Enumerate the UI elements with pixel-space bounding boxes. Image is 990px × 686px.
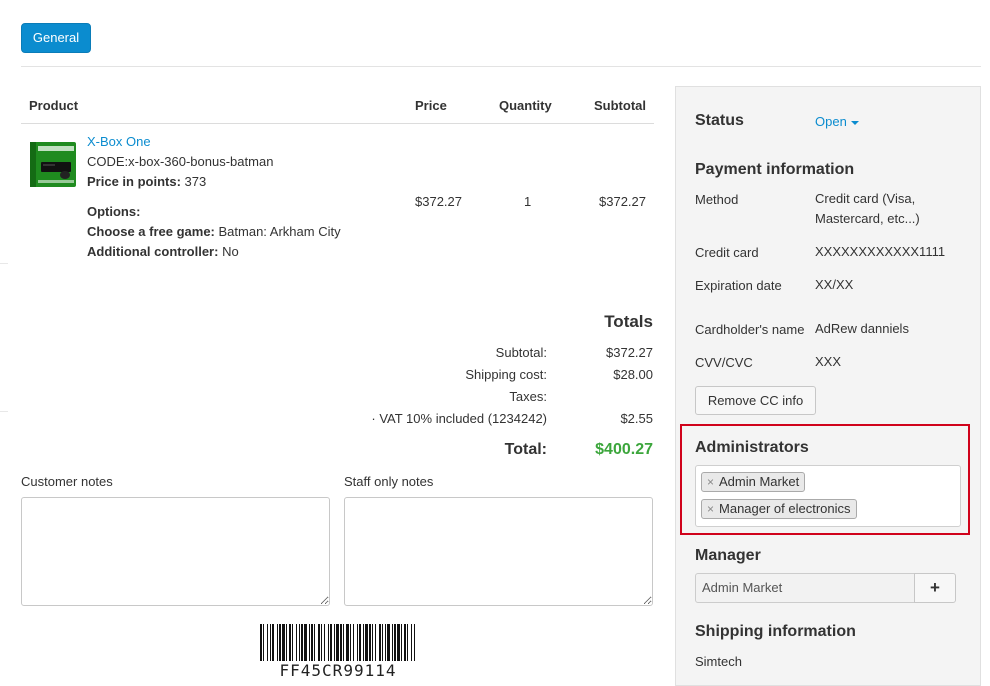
tab-divider — [21, 66, 981, 67]
subtotal-label: Subtotal: — [495, 345, 547, 360]
customer-notes-input[interactable] — [21, 497, 330, 606]
product-quantity: 1 — [524, 194, 532, 209]
caret-down-icon — [850, 120, 859, 125]
product-thumbnail[interactable] — [29, 140, 79, 188]
col-header-price: Price — [415, 98, 447, 113]
option-label: Additional controller: — [87, 244, 219, 259]
cvv-value: XXX — [815, 354, 842, 369]
payment-heading: Payment information — [695, 161, 855, 178]
staff-notes-label: Staff only notes — [344, 474, 434, 489]
option-label: Choose a free game: — [87, 224, 215, 239]
product-price: $372.27 — [415, 194, 462, 209]
points-value: 373 — [184, 174, 207, 189]
product-name-link[interactable]: X-Box One — [87, 134, 151, 149]
col-header-product: Product — [29, 98, 79, 113]
method-value: Credit card (Visa, Mastercard, etc...) — [815, 191, 920, 226]
vat-label: · VAT 10% included (1234242) — [371, 411, 547, 426]
expiration-label: Expiration date — [695, 278, 782, 293]
status-dropdown[interactable]: Open — [815, 114, 859, 129]
manager-select[interactable]: Admin Market — [695, 573, 915, 603]
remove-cc-button[interactable]: Remove CC info — [695, 386, 816, 415]
vat-value: $2.55 — [620, 411, 653, 426]
option-controller: Additional controller: No — [87, 244, 239, 259]
points-label: Price in points: — [87, 174, 181, 189]
option-value: No — [222, 244, 239, 259]
shipping-info-value: Simtech — [695, 654, 742, 669]
product-subtotal: $372.27 — [599, 194, 646, 209]
shipping-cost-label: Shipping cost: — [465, 367, 547, 382]
remove-tag-icon[interactable]: × — [707, 475, 714, 489]
customer-notes-label: Customer notes — [21, 474, 113, 489]
add-manager-button[interactable]: + — [914, 573, 956, 603]
expiration-value: XX/XX — [815, 277, 854, 292]
method-label: Method — [695, 192, 739, 207]
cvv-label: CVV/CVC — [695, 355, 753, 370]
left-edge-rule — [0, 263, 8, 264]
manager-heading: Manager — [695, 547, 761, 564]
product-points: Price in points: 373 — [87, 174, 206, 189]
col-header-subtotal: Subtotal — [594, 98, 646, 113]
xbox-box-image — [30, 142, 76, 187]
credit-card-value: XXXXXXXXXXXX1111 — [815, 244, 946, 259]
staff-notes-input[interactable] — [344, 497, 653, 606]
admin-tag[interactable]: × Manager of electronics — [701, 499, 857, 519]
col-header-quantity: Quantity — [499, 98, 552, 113]
option-free-game: Choose a free game: Batman: Arkham City — [87, 224, 341, 239]
option-value: Batman: Arkham City — [218, 224, 341, 239]
table-header-rule — [21, 123, 654, 124]
admin-tag[interactable]: × Admin Market — [701, 472, 806, 492]
admin-tag-label: Manager of electronics — [719, 501, 851, 516]
remove-tag-icon[interactable]: × — [707, 502, 714, 516]
left-edge-rule — [0, 411, 8, 412]
barcode-image — [260, 624, 415, 661]
taxes-label: Taxes: — [509, 389, 547, 404]
admin-tag-label: Admin Market — [719, 474, 800, 489]
status-heading: Status — [695, 112, 744, 129]
administrators-heading: Administrators — [695, 439, 809, 456]
cardholder-label: Cardholder's name — [695, 322, 805, 337]
options-label: Options: — [87, 204, 141, 219]
tab-general[interactable]: General — [21, 23, 91, 53]
credit-card-label: Credit card — [695, 245, 759, 260]
subtotal-value: $372.27 — [606, 345, 653, 360]
totals-heading: Totals — [604, 312, 653, 331]
product-code: CODE:x-box-360-bonus-batman — [87, 154, 274, 169]
shipping-cost-value: $28.00 — [613, 367, 653, 382]
status-value: Open — [815, 114, 847, 129]
barcode-text: FF45CR99114 — [279, 661, 397, 680]
total-label: Total: — [504, 441, 547, 458]
shipping-info-heading: Shipping information — [695, 623, 856, 640]
total-value: $400.27 — [595, 441, 653, 458]
cardholder-value: AdRew danniels — [815, 321, 909, 336]
